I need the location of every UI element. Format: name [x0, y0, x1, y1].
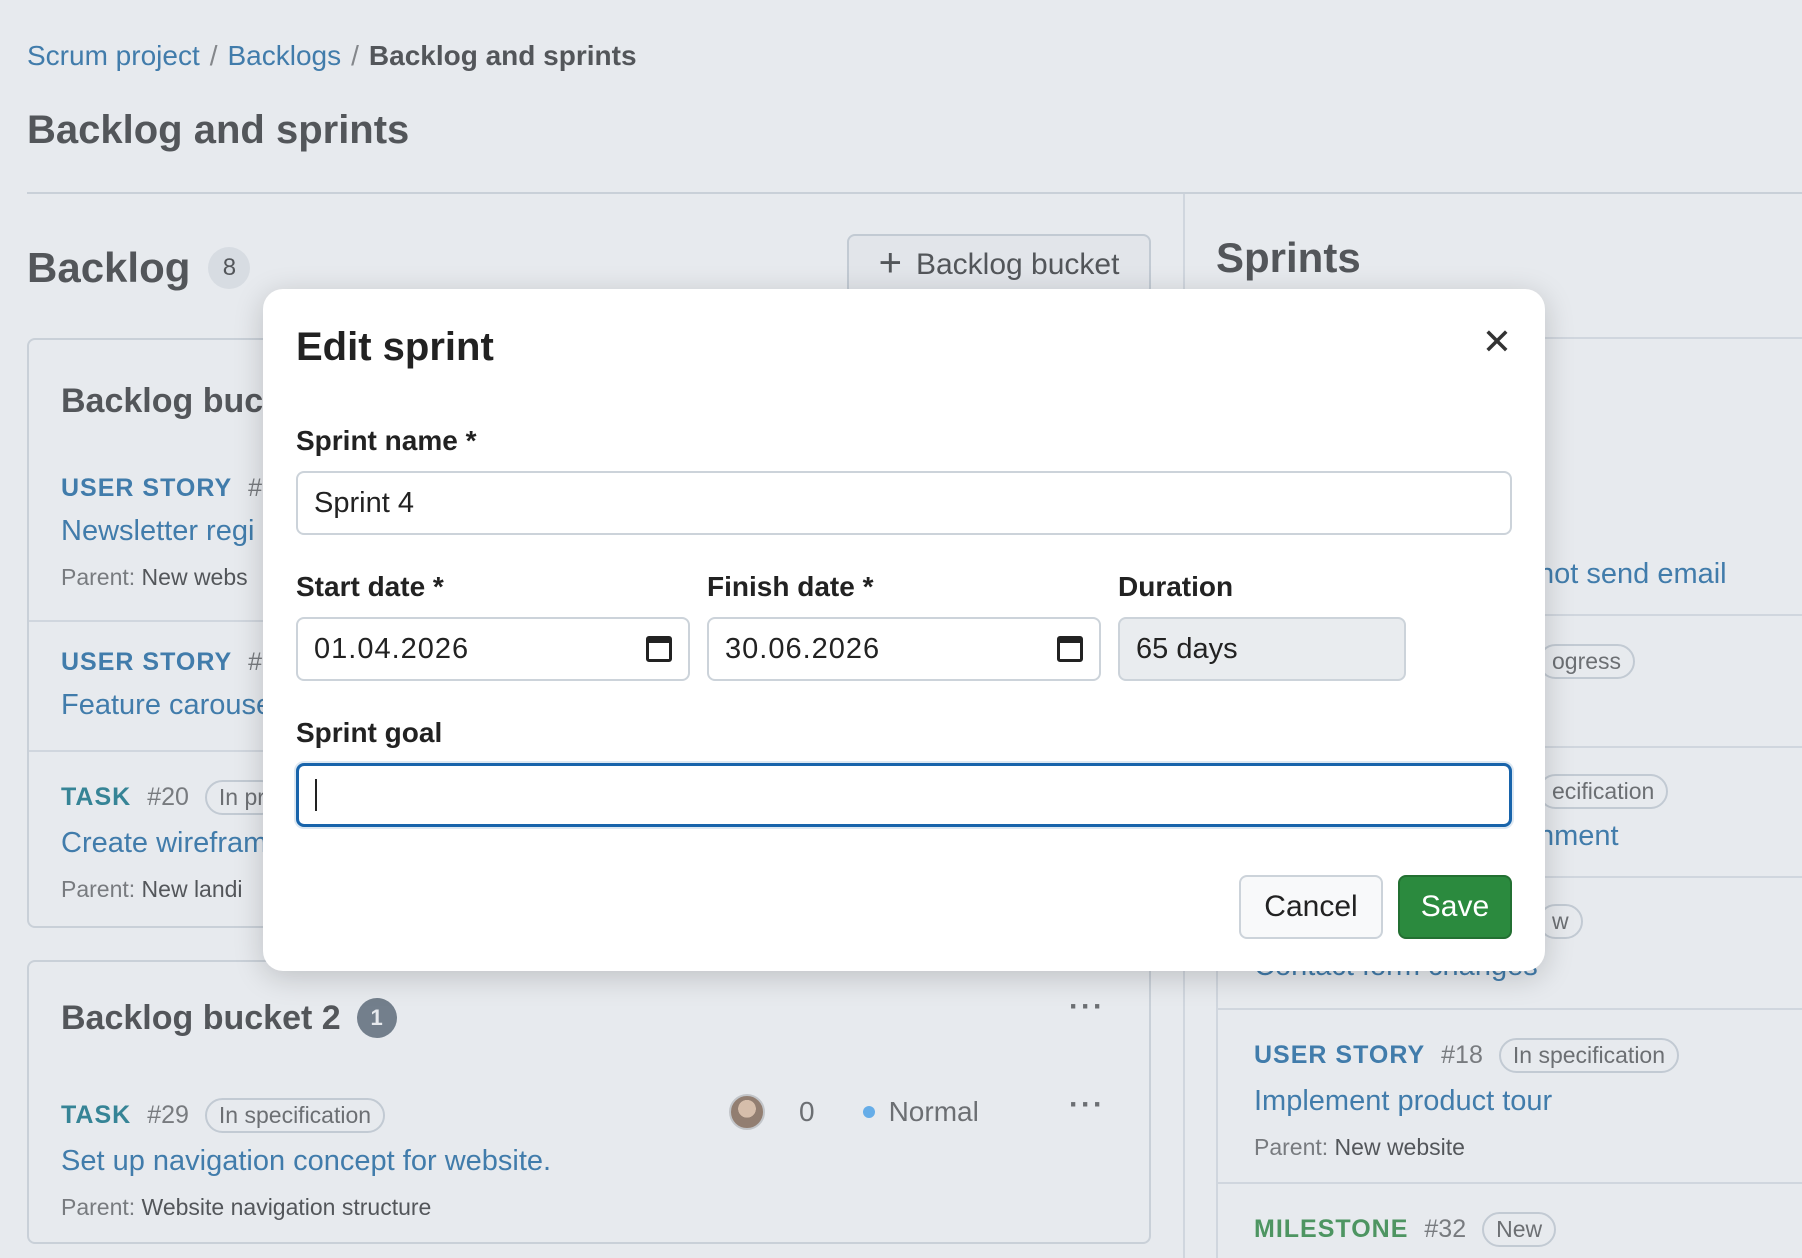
start-date-label: Start date *: [296, 571, 444, 602]
dialog-title: Edit sprint: [296, 325, 494, 369]
start-date-value: 01.04.2026: [314, 632, 470, 665]
text-caret: [315, 779, 317, 811]
finish-date-value: 30.06.2026: [725, 632, 881, 665]
calendar-icon[interactable]: [1057, 636, 1083, 662]
duration-field: 65 days: [1118, 617, 1406, 681]
sprint-name-input[interactable]: Sprint 4: [296, 471, 1512, 535]
edit-sprint-dialog: Edit sprint ✕ Sprint name * Sprint 4 Sta…: [263, 289, 1545, 971]
sprint-goal-label: Sprint goal: [296, 717, 443, 748]
start-date-input[interactable]: 01.04.2026: [296, 617, 690, 681]
save-button[interactable]: Save: [1398, 875, 1512, 939]
calendar-icon[interactable]: [646, 636, 672, 662]
sprint-name-label: Sprint name *: [296, 425, 477, 456]
duration-label: Duration: [1118, 571, 1234, 602]
finish-date-input[interactable]: 30.06.2026: [707, 617, 1101, 681]
close-icon[interactable]: ✕: [1476, 321, 1518, 363]
sprint-goal-input[interactable]: [296, 763, 1512, 827]
cancel-button[interactable]: Cancel: [1239, 875, 1383, 939]
finish-date-label: Finish date *: [707, 571, 874, 602]
